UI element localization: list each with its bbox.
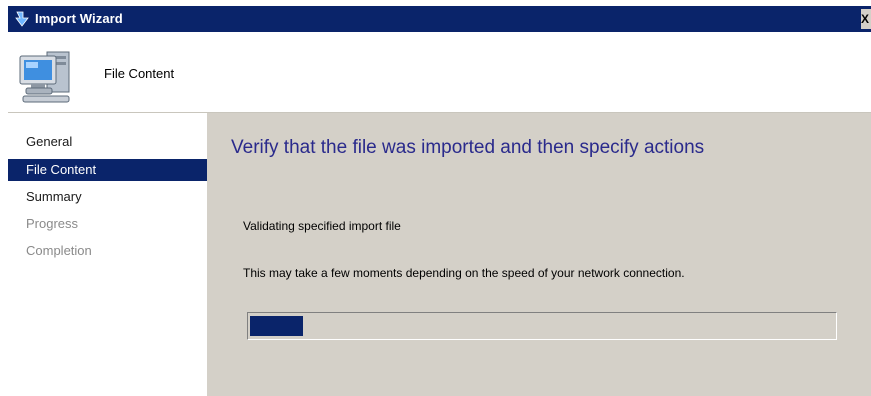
status-text: Validating specified import file: [243, 219, 401, 233]
progress-fill: [250, 316, 303, 336]
nav-item-general[interactable]: General: [8, 131, 207, 153]
progress-bar: [247, 312, 837, 340]
title-bar[interactable]: Import Wizard X: [8, 6, 871, 32]
wizard-content: Verify that the file was imported and th…: [209, 113, 871, 396]
nav-item-completion: Completion: [26, 243, 92, 258]
wizard-header: File Content: [8, 32, 871, 113]
info-text: This may take a few moments depending on…: [243, 266, 685, 280]
wizard-arrow-icon: [15, 11, 29, 27]
nav-item-progress: Progress: [26, 216, 79, 231]
import-wizard-window: Import Wizard X File Content General Fil…: [8, 6, 871, 396]
close-button[interactable]: X: [861, 9, 871, 29]
wizard-nav: General File Content Summary Progress Co…: [8, 113, 207, 396]
computer-icon: [19, 51, 70, 103]
window-title: Import Wizard: [35, 11, 123, 26]
content-title: Verify that the file was imported and th…: [231, 137, 705, 158]
nav-item-summary[interactable]: Summary: [8, 186, 207, 208]
header-page-name: File Content: [104, 66, 175, 81]
nav-item-file-content[interactable]: File Content: [8, 159, 207, 181]
